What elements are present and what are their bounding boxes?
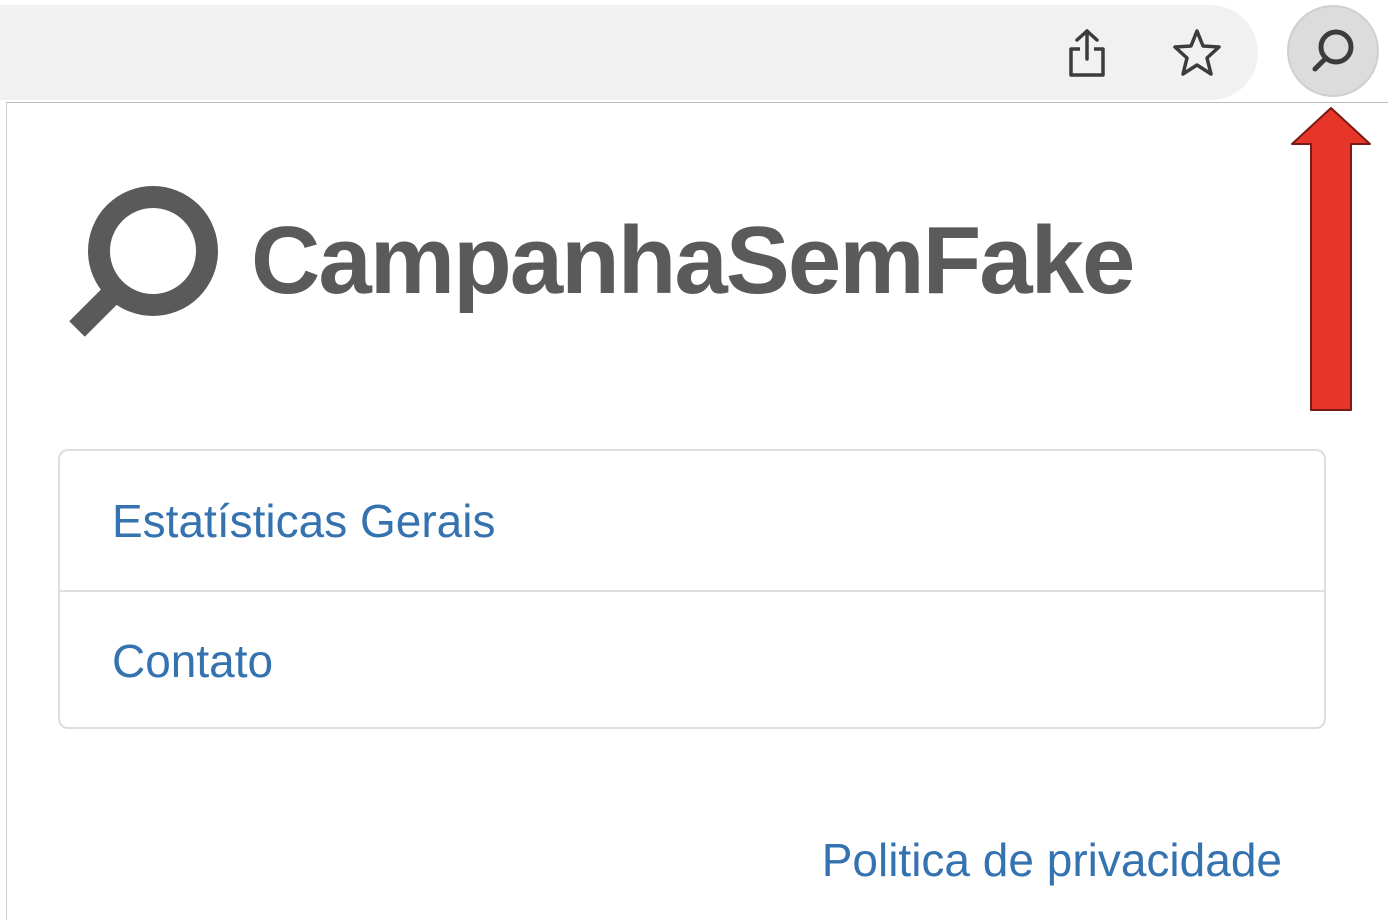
brand-logo: CampanhaSemFake xyxy=(63,181,1135,341)
brand-name: CampanhaSemFake xyxy=(251,207,1135,314)
share-button[interactable] xyxy=(1058,22,1116,84)
magnifier-icon xyxy=(1312,29,1354,72)
menu-item-estatisticas[interactable]: Estatísticas Gerais xyxy=(60,451,1324,590)
star-outline-icon xyxy=(1173,29,1221,76)
browser-toolbar xyxy=(0,0,1388,102)
menu-item-contato[interactable]: Contato xyxy=(60,590,1324,727)
bookmark-star-button[interactable] xyxy=(1168,22,1226,84)
extension-popup: CampanhaSemFake Estatísticas Gerais Cont… xyxy=(6,102,1388,920)
magnifier-logo-icon xyxy=(69,186,218,337)
up-arrow-icon xyxy=(1291,107,1371,411)
menu-list: Estatísticas Gerais Contato xyxy=(58,449,1326,729)
share-icon xyxy=(1069,29,1105,77)
extension-button[interactable] xyxy=(1287,5,1379,97)
privacy-policy-link[interactable]: Politica de privacidade xyxy=(822,833,1282,887)
